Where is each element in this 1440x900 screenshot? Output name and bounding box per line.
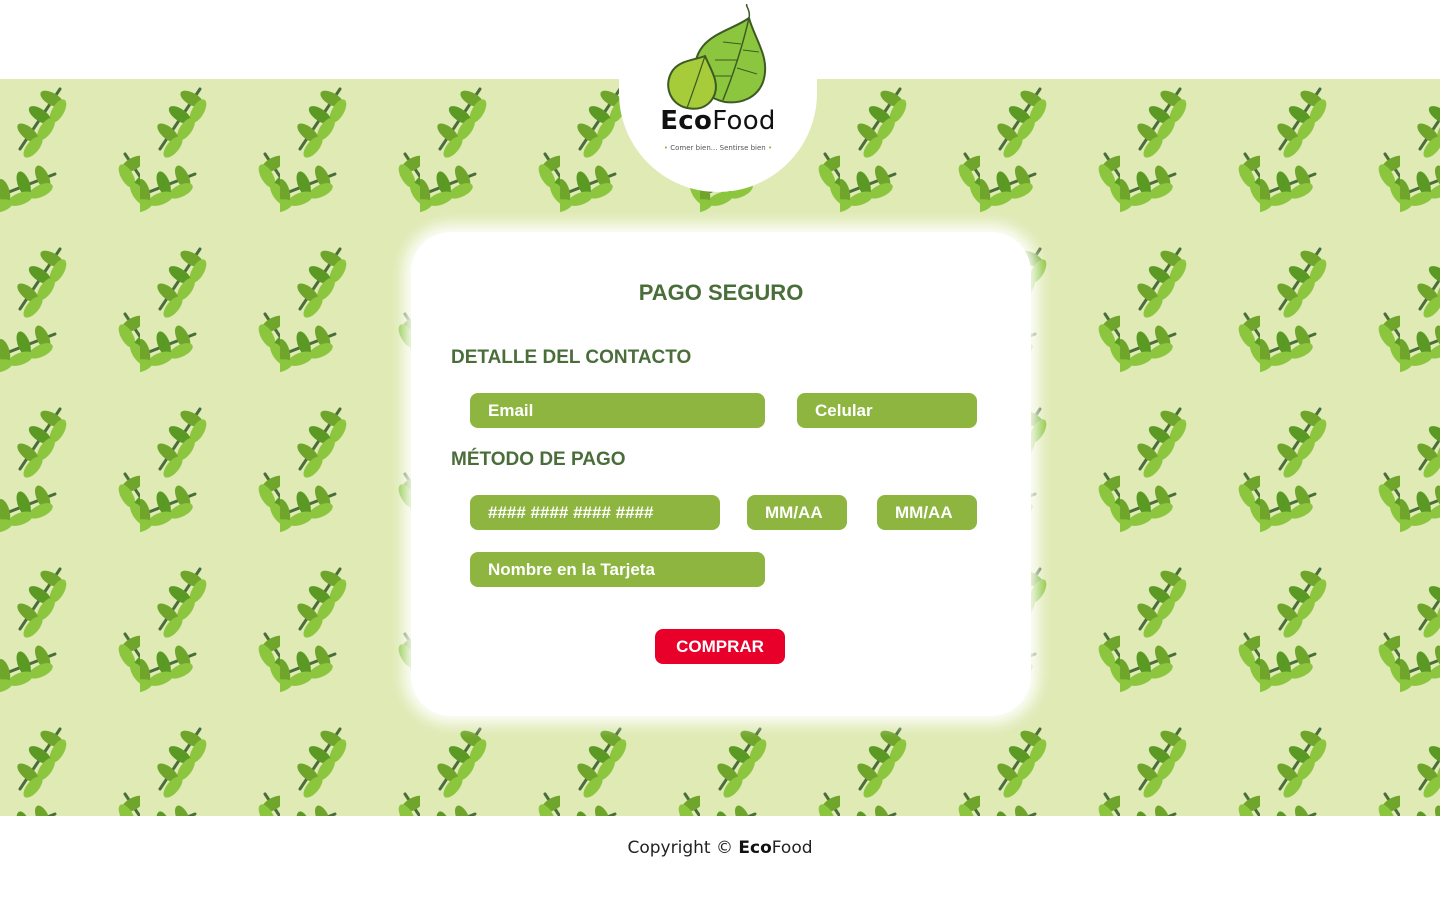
brand-name-part1: Eco (660, 106, 713, 136)
expiry-field-2[interactable]: MM/AA (877, 495, 977, 530)
brand-tagline: • Comer bien... Sentirse bien • (663, 144, 773, 152)
email-field[interactable]: Email (470, 393, 765, 428)
brand-name: EcoFood (619, 106, 817, 136)
footer-copyright: Copyright © EcoFood (0, 838, 1440, 858)
contact-section-heading: DETALLE DEL CONTACTO (451, 347, 692, 368)
buy-button[interactable]: COMPRAR (655, 629, 785, 664)
brand-name-part2: Food (712, 106, 776, 136)
payment-page: EcoFood • Comer bien... Sentirse bien • … (0, 0, 1440, 900)
form-title: PAGO SEGURO (638, 280, 804, 305)
name-on-card-field[interactable]: Nombre en la Tarjeta (470, 552, 765, 587)
brand-tagline-text: Comer bien... Sentirse bien (670, 144, 766, 152)
payment-section-heading: MÉTODO DE PAGO (451, 449, 626, 470)
phone-field[interactable]: Celular (797, 393, 977, 428)
leaf-logo-icon (667, 4, 767, 110)
payment-form-card: PAGO SEGURO DETALLE DEL CONTACTO Email C… (411, 232, 1031, 716)
footer-brand-part1: Eco (738, 838, 772, 858)
expiry-field-1[interactable]: MM/AA (747, 495, 847, 530)
card-number-field[interactable]: #### #### #### #### (470, 495, 720, 530)
brand-logo[interactable]: EcoFood • Comer bien... Sentirse bien • (619, 0, 817, 192)
footer-brand-part2: Food (771, 838, 813, 858)
copyright-prefix: Copyright © (627, 838, 733, 858)
